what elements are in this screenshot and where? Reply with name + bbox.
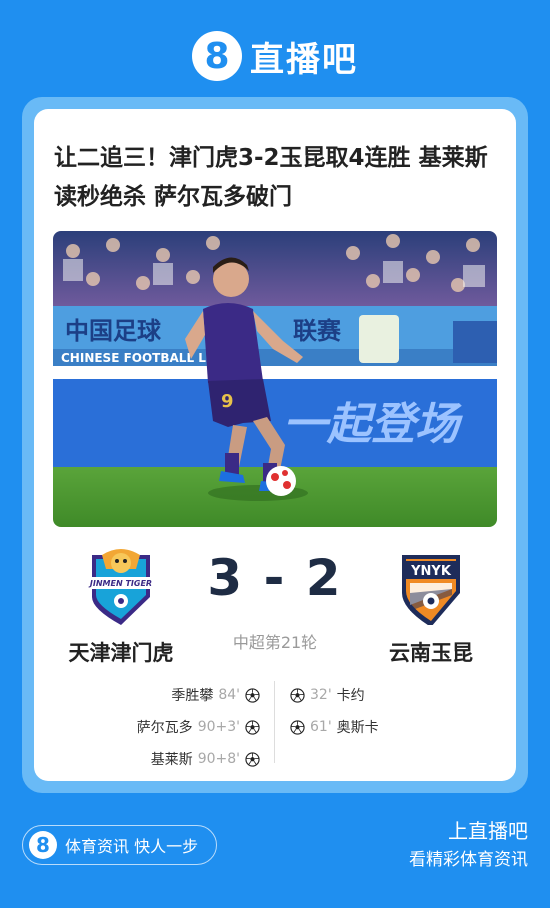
- scorers-divider: [274, 681, 275, 763]
- away-scorers-list: 32' 卡约 61' 奥斯卡: [290, 679, 379, 743]
- scorer-name: 奥斯卡: [336, 720, 379, 736]
- scorer-name: 基莱斯: [150, 752, 193, 768]
- scorer-name: 卡约: [336, 688, 365, 704]
- news-card[interactable]: 让二追三！津门虎3-2玉昆取4连胜 基莱斯读秒绝杀 萨尔瓦多破门 中国足球 联赛…: [34, 109, 516, 781]
- banner-text: 中国足球: [65, 317, 162, 345]
- goal-minute: 90+3': [197, 719, 240, 735]
- match-score: 3 - 2: [207, 549, 343, 607]
- goal-minute: 84': [218, 687, 240, 703]
- home-team-name[interactable]: 天津津门虎: [41, 637, 201, 667]
- scorer-name: 萨尔瓦多: [136, 720, 193, 736]
- match-round: 中超第21轮: [232, 633, 318, 652]
- footer-promo-title: 上直播吧: [448, 819, 528, 843]
- soccer-ball-icon: [245, 751, 260, 767]
- soccer-ball-icon: [290, 719, 305, 735]
- soccer-ball-icon: [245, 687, 260, 703]
- home-scorers-list: 季胜攀 84' 萨尔瓦多 90+3' 基莱斯 90+8': [137, 679, 260, 775]
- footer-slogan: 体育资讯 快人一步: [65, 837, 199, 856]
- scorer-row: 基莱斯 90+8': [137, 743, 260, 775]
- soccer-ball-icon: [245, 719, 260, 735]
- goal-minute: 90+8': [197, 751, 240, 767]
- footer-logo-icon: 8: [29, 831, 57, 859]
- scorer-name: 季胜攀: [171, 688, 214, 704]
- article-headline[interactable]: 让二追三！津门虎3-2玉昆取4连胜 基莱斯读秒绝杀 萨尔瓦多破门: [54, 139, 500, 217]
- footer-slogan-pill[interactable]: 8 体育资讯 快人一步: [22, 825, 218, 865]
- away-team-name[interactable]: 云南玉昆: [351, 637, 511, 667]
- goal-minute: 61': [310, 719, 332, 735]
- match-photo[interactable]: 中国足球 联赛 CHINESE FOOTBALL LEAGUE 一起登场 9: [53, 231, 497, 527]
- match-photo-image: 中国足球 联赛 CHINESE FOOTBALL LEAGUE 一起登场 9: [53, 231, 497, 527]
- banner-text-right: 联赛: [293, 317, 342, 345]
- board-text: 一起登场: [283, 399, 463, 450]
- footer-promo-subtitle: 看精彩体育资讯: [409, 850, 528, 870]
- scorer-row: 季胜攀 84': [137, 679, 260, 711]
- away-team-logo-icon[interactable]: YNYK: [396, 549, 466, 625]
- home-logo-text: JINMEN TIGER: [88, 579, 152, 588]
- away-logo-text: YNYK: [410, 564, 452, 579]
- brand-header: 8 直播吧: [0, 28, 550, 84]
- brand-logo-icon: 8: [192, 31, 242, 81]
- goal-minute: 32': [310, 687, 332, 703]
- scorer-row: 61' 奥斯卡: [290, 711, 379, 743]
- home-team-logo-icon[interactable]: JINMEN TIGER: [86, 549, 156, 625]
- scorer-row: 32' 卡约: [290, 679, 379, 711]
- jersey-number: 9: [221, 391, 234, 412]
- footer-promo[interactable]: 上直播吧 看精彩体育资讯: [409, 816, 528, 874]
- scorer-row: 萨尔瓦多 90+3': [137, 711, 260, 743]
- brand-name: 直播吧: [250, 39, 358, 80]
- match-ball: [266, 466, 296, 496]
- soccer-ball-icon: [290, 687, 305, 703]
